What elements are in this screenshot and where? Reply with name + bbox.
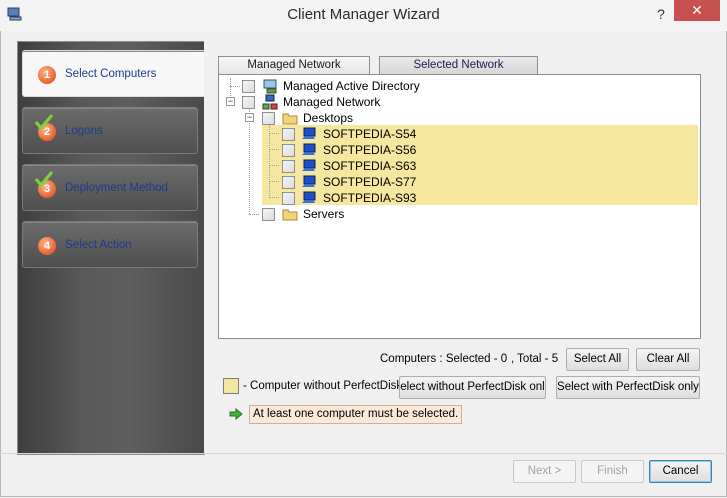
node-label: Servers xyxy=(303,207,345,221)
tree-connector xyxy=(269,165,279,166)
check-icon xyxy=(34,114,54,131)
node-checkbox[interactable] xyxy=(242,80,255,93)
tree-node-computer[interactable]: SOFTPEDIA-S54 xyxy=(262,126,562,142)
step-logons[interactable]: 2 Logons xyxy=(22,107,198,154)
cancel-button[interactable]: Cancel xyxy=(649,460,712,483)
title-bar: Client Manager Wizard ? ✕ xyxy=(0,0,727,31)
tree-connector xyxy=(269,181,279,182)
node-checkbox[interactable] xyxy=(262,208,275,221)
active-directory-icon xyxy=(263,79,277,94)
select-all-button[interactable]: Select All xyxy=(566,348,629,371)
node-label: Desktops xyxy=(303,111,354,125)
legend-swatch xyxy=(223,378,239,394)
tree-connector xyxy=(269,133,279,134)
clear-all-button[interactable]: Clear All xyxy=(636,348,700,371)
node-checkbox[interactable] xyxy=(282,160,295,173)
computer-icon xyxy=(302,127,316,139)
node-label: Managed Active Directory xyxy=(283,79,420,93)
step-select-computers[interactable]: 1 Select Computers xyxy=(22,50,205,97)
step-number-badge: 4 xyxy=(38,237,56,255)
folder-icon xyxy=(282,113,298,125)
tree-node-computer[interactable]: SOFTPEDIA-S56 xyxy=(262,142,562,158)
select-without-perfectdisk-button[interactable]: elect without PerfectDisk onl xyxy=(399,376,546,399)
window-title: Client Manager Wizard xyxy=(287,6,440,23)
node-checkbox[interactable] xyxy=(242,96,255,109)
node-label: Managed Network xyxy=(283,95,381,109)
step-number-badge: 1 xyxy=(38,66,56,84)
node-label: SOFTPEDIA-S56 xyxy=(323,143,417,157)
node-checkbox[interactable] xyxy=(282,192,295,205)
arrow-right-icon xyxy=(229,408,243,420)
tree-node-managed-network[interactable]: − Managed Network xyxy=(222,94,522,110)
check-icon xyxy=(34,171,54,188)
computer-icon xyxy=(302,191,316,203)
footer-divider xyxy=(0,453,727,454)
computers-total-count: , Total - 5 xyxy=(511,353,559,365)
tab-selected-network[interactable]: Selected Network xyxy=(379,56,538,74)
computer-icon xyxy=(302,143,316,155)
folder-icon xyxy=(282,209,298,221)
tree-node-active-directory[interactable]: Managed Active Directory xyxy=(222,78,522,94)
network-icon xyxy=(262,94,278,110)
tab-managed-network[interactable]: Managed Network xyxy=(218,56,370,74)
legend-text: - Computer without PerfectDisk xyxy=(243,380,403,392)
step-deployment-method[interactable]: 3 Deployment Method xyxy=(22,164,198,211)
tree-node-servers[interactable]: Servers xyxy=(242,206,542,222)
tree-connector xyxy=(269,149,279,150)
node-label: SOFTPEDIA-S93 xyxy=(323,191,417,205)
next-button[interactable]: Next > xyxy=(513,460,576,483)
step-select-action[interactable]: 4 Select Action xyxy=(22,221,198,268)
help-button[interactable]: ? xyxy=(650,3,672,25)
node-checkbox[interactable] xyxy=(282,176,295,189)
computers-selected-count: Computers : Selected - 0 xyxy=(380,353,508,365)
node-label: SOFTPEDIA-S77 xyxy=(323,175,417,189)
collapse-icon[interactable]: − xyxy=(245,113,254,122)
node-checkbox[interactable] xyxy=(282,144,295,157)
tree-node-computer[interactable]: SOFTPEDIA-S77 xyxy=(262,174,562,190)
tree-node-computer[interactable]: SOFTPEDIA-S63 xyxy=(262,158,562,174)
select-with-perfectdisk-button[interactable]: Select with PerfectDisk only xyxy=(556,376,700,399)
computer-icon xyxy=(302,175,316,187)
step-label: Logons xyxy=(65,125,103,137)
tree-node-desktops[interactable]: − Desktops xyxy=(242,110,542,126)
node-label: SOFTPEDIA-S54 xyxy=(323,127,417,141)
collapse-icon[interactable]: − xyxy=(226,97,235,106)
step-label: Select Action xyxy=(65,239,132,251)
node-label: SOFTPEDIA-S63 xyxy=(323,159,417,173)
tree-node-computer[interactable]: SOFTPEDIA-S93 xyxy=(262,190,562,206)
finish-button[interactable]: Finish xyxy=(581,460,644,483)
tree-connector xyxy=(269,197,279,198)
step-label: Deployment Method xyxy=(65,182,168,194)
node-checkbox[interactable] xyxy=(282,128,295,141)
computer-icon xyxy=(302,159,316,171)
validation-warning: At least one computer must be selected. xyxy=(249,405,463,424)
steps-panel: 1 Select Computers 2 Logons 3 Deployment… xyxy=(17,41,205,455)
step-label: Select Computers xyxy=(65,68,157,80)
node-checkbox[interactable] xyxy=(262,112,275,125)
close-button[interactable]: ✕ xyxy=(674,0,720,21)
